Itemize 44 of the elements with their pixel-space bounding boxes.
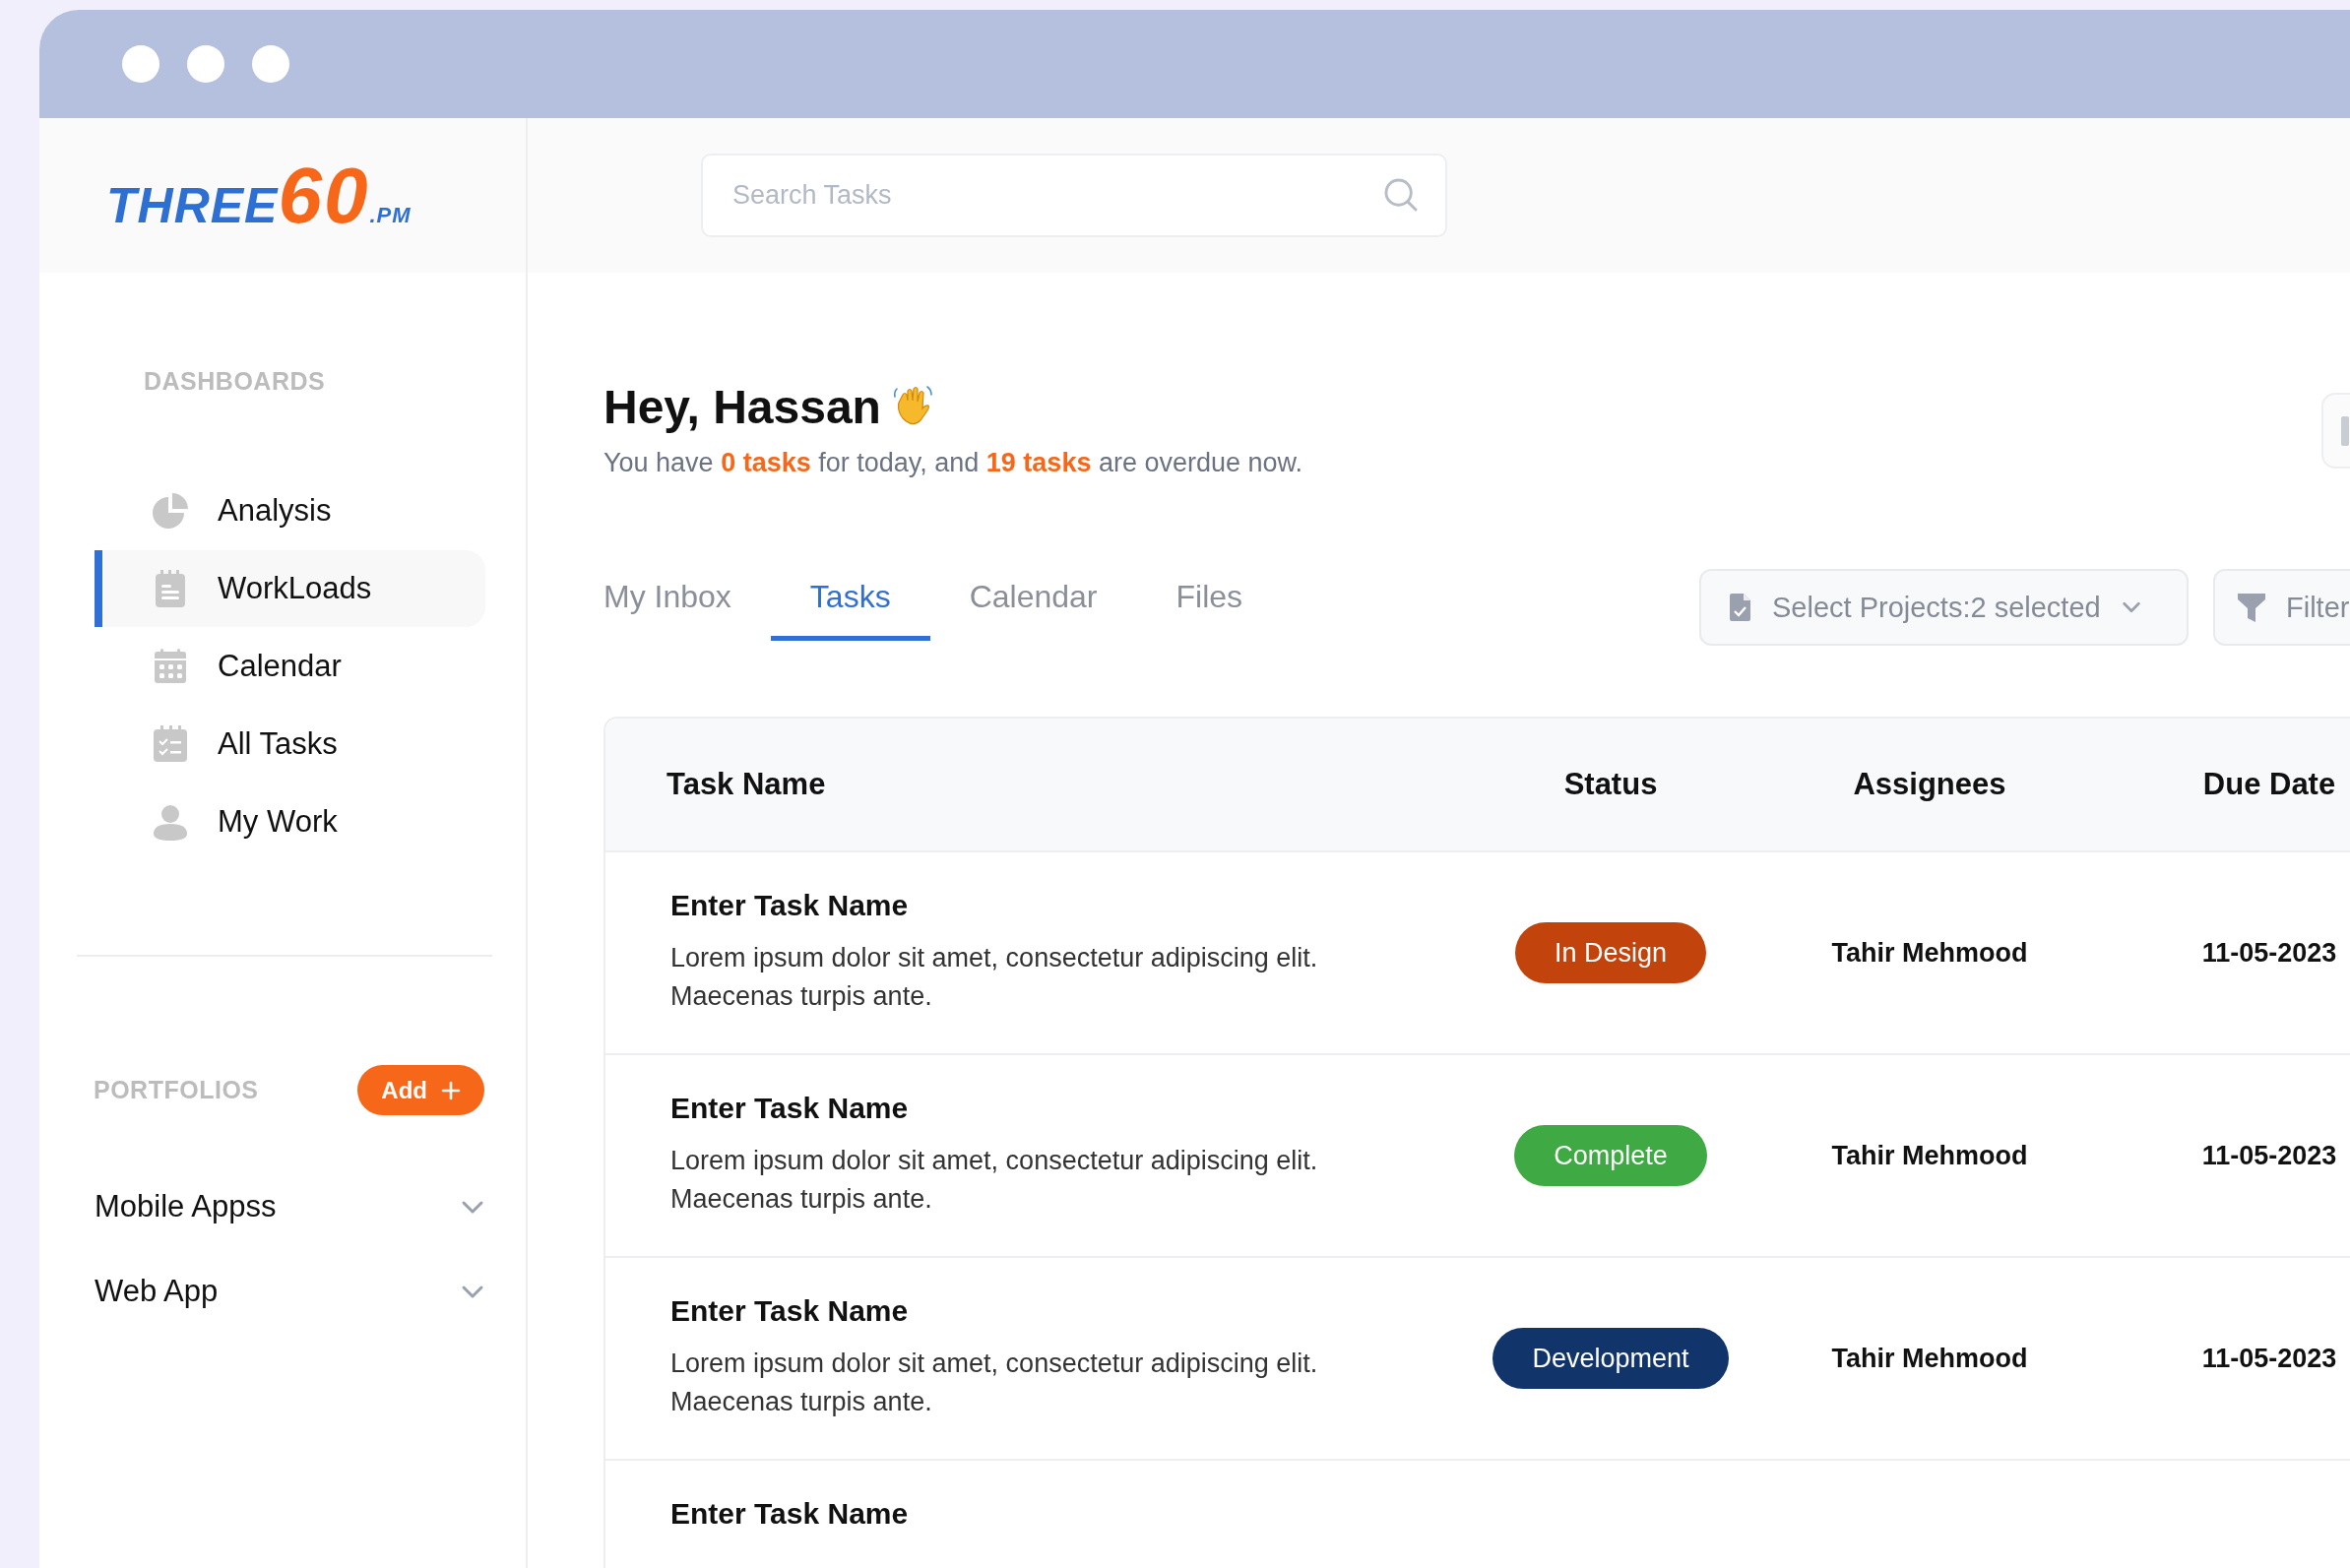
column-header: Assignees [1853, 767, 2006, 801]
filter-icon [2237, 592, 2266, 623]
user-icon [151, 802, 190, 842]
search-icon[interactable] [1382, 176, 1420, 214]
section-heading: DASHBOARDS [143, 367, 327, 396]
search-field[interactable]: Search Tasks [701, 154, 1447, 237]
task-name: Enter Task Name [670, 1293, 910, 1329]
section-heading: PORTFOLIOS [94, 1076, 259, 1104]
window-control-dot[interactable] [252, 45, 289, 83]
checklist-icon [151, 724, 190, 764]
status-badge: In Design [1514, 922, 1707, 983]
sidebar-item[interactable]: Analysis [95, 472, 485, 549]
column-header: Task Name [667, 767, 826, 801]
sidebar-item[interactable]: Calendar [95, 628, 485, 705]
due-date: 11-05-2023 [2201, 1140, 2337, 1171]
status-badge: Development [1493, 1328, 1729, 1389]
sidebar-item[interactable]: All Tasks [95, 706, 485, 783]
task-name: Enter Task Name [670, 1091, 910, 1126]
task-name: Enter Task Name [670, 888, 910, 923]
task-description: Lorem ipsum dolor sit amet, consectetur adipiscing elit. Maecenas turpis ante. [670, 1145, 1319, 1216]
assignee-name: Tahir Mehmood [1831, 1343, 2028, 1374]
assignee-name: Tahir Mehmood [1831, 937, 2028, 969]
column-header: Due Date [2202, 767, 2336, 801]
due-date: 11-05-2023 [2201, 937, 2337, 969]
portfolio-item[interactable]: Mobile Appss [95, 1164, 484, 1249]
greeting-subtitle: You have 0 tasks for today, and 19 tasks are overdue now. [603, 448, 1303, 478]
plus-icon [441, 1080, 461, 1100]
portfolio-item[interactable]: Web App [95, 1249, 484, 1334]
window-control-dot[interactable] [122, 45, 159, 83]
pie-chart-icon [151, 491, 190, 531]
logo: THREE60.PM [106, 150, 412, 241]
document-check-icon [1729, 593, 1752, 622]
task-name: Enter Task Name [670, 1496, 910, 1532]
due-date: 11-05-2023 [2201, 1343, 2337, 1374]
assignee-name: Tahir Mehmood [1831, 1140, 2028, 1171]
sidebar-item[interactable]: My Work [95, 784, 485, 860]
sidebar-item[interactable]: WorkLoads [95, 550, 485, 627]
task-description: Lorem ipsum dolor sit amet, consectetur adipiscing elit. Maecenas turpis ante. [670, 942, 1319, 1013]
tab[interactable]: Tasks [770, 569, 930, 641]
greeting-title: Hey, Hassan [603, 379, 881, 434]
status-badge: Complete [1514, 1125, 1707, 1186]
column-header: Status [1563, 767, 1658, 801]
task-description: Lorem ipsum dolor sit amet, consectetur adipiscing elit. Maecenas turpis ante. [670, 1348, 1319, 1418]
window-control-dot[interactable] [187, 45, 224, 83]
